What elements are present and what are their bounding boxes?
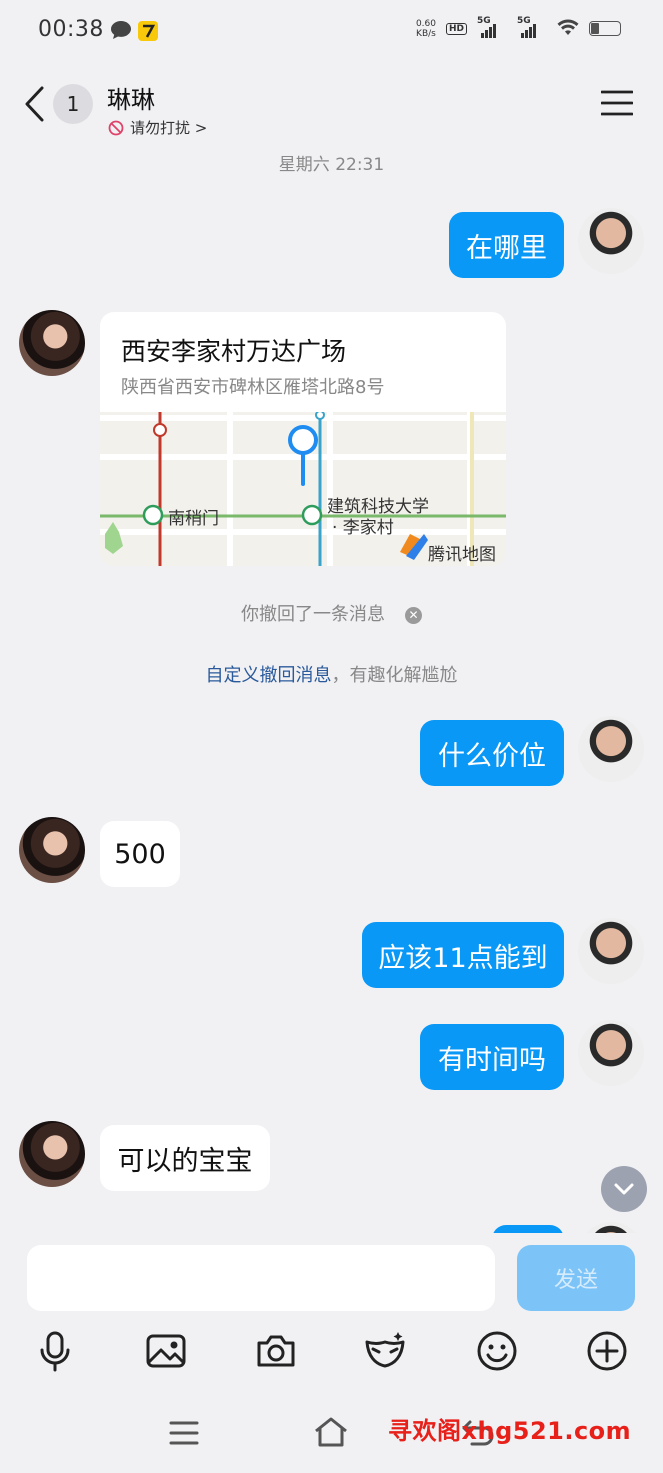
message-input[interactable] xyxy=(27,1245,495,1311)
signal-icon: 5G xyxy=(517,16,547,38)
chevron-down-icon xyxy=(614,1183,634,1195)
watermark-text: 寻欢阁xhg521.com xyxy=(388,1417,632,1445)
contact-avatar[interactable] xyxy=(19,1121,85,1187)
message-bubble-icon xyxy=(110,20,132,44)
no-disturb-icon xyxy=(108,120,124,135)
signal-2-label: 5G xyxy=(517,15,531,26)
recall-notice: 你撤回了一条消息 ✕ xyxy=(0,600,663,626)
my-avatar[interactable] xyxy=(578,208,644,274)
message-timestamp: 星期六 22:31 xyxy=(278,155,385,175)
home-nav-button[interactable] xyxy=(312,1415,350,1453)
custom-recall-link[interactable]: 自定义撤回消息 xyxy=(206,665,332,686)
contact-avatar[interactable] xyxy=(19,817,85,883)
message-bubble-incoming[interactable]: 500 xyxy=(100,821,180,887)
signal-1-label: 5G xyxy=(477,15,491,26)
contact-avatar[interactable] xyxy=(19,310,85,376)
my-avatar[interactable] xyxy=(578,716,644,782)
do-not-disturb-status[interactable]: 请勿打扰 > xyxy=(108,117,207,138)
map-thumbnail: 南稍门 建筑科技大学 · 李家村 腾讯地图 xyxy=(100,410,506,566)
recall-notice-text: 你撤回了一条消息 xyxy=(241,604,385,625)
mask-icon[interactable] xyxy=(363,1329,407,1373)
chat-title[interactable]: 琳琳 xyxy=(107,80,155,115)
emoji-icon[interactable] xyxy=(475,1329,519,1373)
dnd-label: 请勿打扰 > xyxy=(130,119,208,137)
chat-header: 1 琳琳 请勿打扰 > xyxy=(0,60,663,150)
my-avatar[interactable] xyxy=(578,1020,644,1086)
wifi-icon xyxy=(557,18,579,39)
system-nav-bar: 寻欢阁xhg521.com xyxy=(0,1411,663,1461)
send-button[interactable]: 发送 xyxy=(517,1245,635,1311)
location-name: 西安李家村万达广场 xyxy=(121,337,347,366)
message-bubble-outgoing[interactable]: 在哪里 xyxy=(449,212,564,278)
recall-tip-text: ，有趣化解尴尬 xyxy=(331,665,458,686)
my-avatar[interactable] xyxy=(578,918,644,984)
status-time: 00:38 xyxy=(38,17,104,42)
recents-nav-button[interactable] xyxy=(168,1419,200,1451)
location-card[interactable]: 西安李家村万达广场 陕西省西安市碑林区雁塔北路8号 南稍门 建筑科技大学 · 李… xyxy=(100,312,506,566)
input-toolbar xyxy=(0,1329,663,1377)
hamburger-icon xyxy=(600,90,634,116)
menu-button[interactable] xyxy=(600,90,634,116)
status-icons: 0.60 KB/s HD 5G 5G xyxy=(416,16,621,39)
signal-icon: 5G xyxy=(477,16,507,38)
plus-icon[interactable] xyxy=(585,1329,629,1373)
status-bar: 00:38 0.60 KB/s HD 5G 5G xyxy=(0,0,663,60)
battery-icon xyxy=(589,21,621,36)
message-bubble-outgoing[interactable]: 应该11点能到 xyxy=(362,922,564,988)
camera-icon[interactable] xyxy=(254,1329,298,1373)
mic-icon[interactable] xyxy=(33,1329,77,1373)
net-speed-value: 0.60 xyxy=(415,18,436,29)
hd-label: HD xyxy=(448,23,464,34)
chevron-left-icon xyxy=(25,86,44,122)
app-notification-icon xyxy=(137,20,159,46)
location-address: 陕西省西安市碑林区雁塔北路8号 xyxy=(121,377,385,398)
map-label-station-2b: · 李家村 xyxy=(332,518,394,538)
close-icon[interactable]: ✕ xyxy=(405,607,422,624)
net-speed: 0.60 KB/s xyxy=(416,19,436,39)
map-label-station-1: 南稍门 xyxy=(168,509,219,529)
image-icon[interactable] xyxy=(144,1329,188,1373)
map-brand: 腾讯地图 xyxy=(428,545,496,565)
home-icon xyxy=(315,1417,347,1447)
message-bubble-outgoing[interactable]: 有时间吗 xyxy=(420,1024,564,1090)
menu-lines-icon xyxy=(169,1421,199,1445)
scroll-to-bottom-button[interactable] xyxy=(601,1166,647,1212)
hd-badge: HD xyxy=(445,22,467,35)
back-button[interactable] xyxy=(22,84,48,124)
net-speed-unit: KB/s xyxy=(416,28,436,39)
input-bar: 发送 寻欢阁xhg521.com xyxy=(0,1233,663,1473)
recall-tip: 自定义撤回消息，有趣化解尴尬 xyxy=(0,661,663,687)
unread-count-badge[interactable]: 1 xyxy=(53,84,93,124)
message-bubble-incoming[interactable]: 可以的宝宝 xyxy=(100,1125,270,1191)
message-bubble-outgoing[interactable]: 什么价位 xyxy=(420,720,564,786)
